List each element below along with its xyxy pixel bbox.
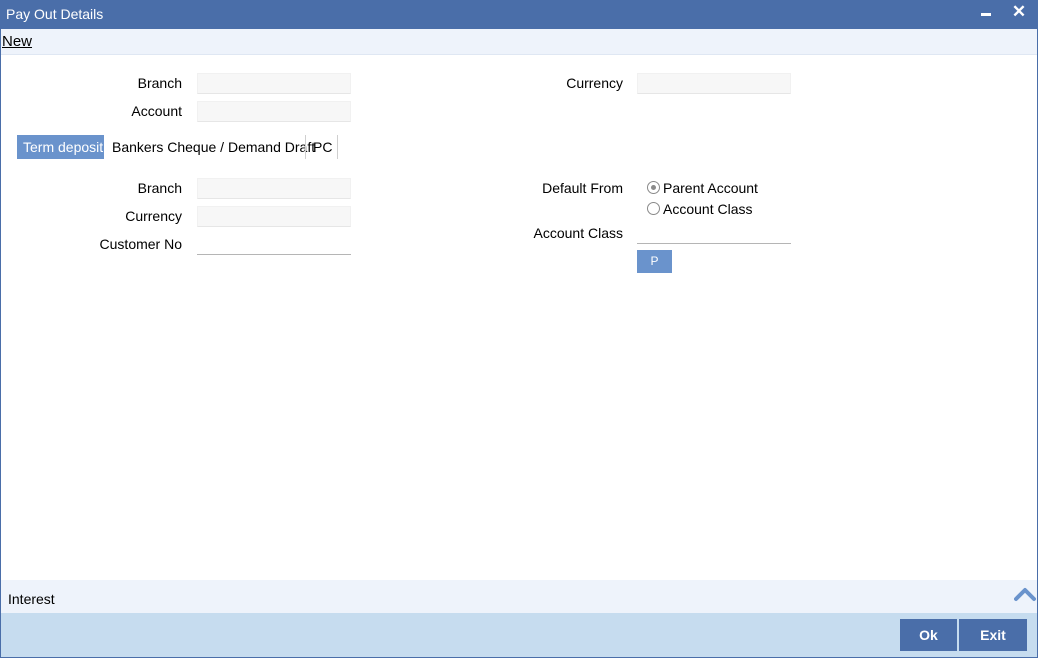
branch-label: Branch xyxy=(137,75,182,91)
chevron-up-icon[interactable] xyxy=(1014,584,1036,604)
account-label: Account xyxy=(131,103,182,119)
default-from-label: Default From xyxy=(542,180,623,196)
interest-label: Interest xyxy=(8,591,55,607)
minimize-icon[interactable] xyxy=(981,13,991,16)
account-class-label: Account Class xyxy=(533,225,623,241)
window-title: Pay Out Details xyxy=(6,6,104,22)
ok-button[interactable]: Ok xyxy=(900,619,957,651)
p-button[interactable]: P xyxy=(637,250,672,273)
interest-bar: Interest xyxy=(1,580,1037,613)
tab-term-deposit[interactable]: Term deposit xyxy=(17,135,104,159)
currency-label: Currency xyxy=(566,75,623,91)
tab-divider xyxy=(305,135,306,159)
parent-account-radio[interactable] xyxy=(647,181,660,194)
title-bar: Pay Out Details ✕ xyxy=(1,1,1037,29)
account-class-option-label[interactable]: Account Class xyxy=(663,201,752,217)
pay-out-details-window: Pay Out Details ✕ New Branch Account Cur… xyxy=(0,0,1038,658)
customer-no-label: Customer No xyxy=(99,236,182,252)
account-class-radio[interactable] xyxy=(647,202,660,215)
td-branch-label: Branch xyxy=(137,180,182,196)
footer-bar: Ok Exit xyxy=(1,613,1037,657)
td-currency-label: Currency xyxy=(125,208,182,224)
close-icon[interactable]: ✕ xyxy=(1010,1,1028,23)
tab-pc[interactable]: PC xyxy=(313,135,332,159)
new-link[interactable]: New xyxy=(2,33,32,50)
menu-bar: New xyxy=(1,29,1037,55)
td-currency-field[interactable] xyxy=(197,206,351,227)
td-branch-field[interactable] xyxy=(197,178,351,199)
exit-button[interactable]: Exit xyxy=(959,619,1027,651)
currency-field[interactable] xyxy=(637,73,791,94)
account-class-field[interactable] xyxy=(637,223,791,244)
tab-divider xyxy=(337,135,338,159)
customer-no-field[interactable] xyxy=(197,234,351,255)
tab-bankers-cheque-demand-draft[interactable]: Bankers Cheque / Demand Draft xyxy=(112,135,315,159)
branch-field[interactable] xyxy=(197,73,351,94)
parent-account-label[interactable]: Parent Account xyxy=(663,180,758,196)
account-field[interactable] xyxy=(197,101,351,122)
